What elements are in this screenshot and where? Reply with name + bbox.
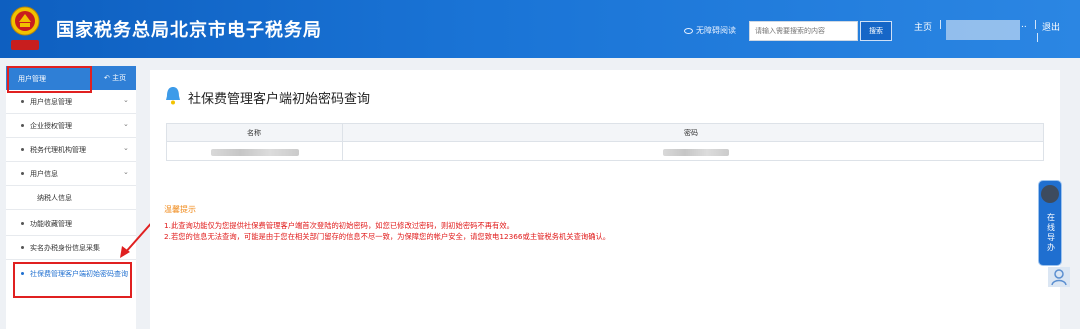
table-header: 名称 密码 — [167, 124, 1043, 142]
tip-line: 2.若您的信息无法查询，可能是由于您在相关部门留存的信息不尽一致，为保障您的帐户… — [164, 232, 611, 241]
sidebar-item-label: 企业授权管理 — [30, 122, 72, 130]
header-home-link[interactable]: 主页 — [914, 20, 932, 33]
user-name-suffix: .. — [1021, 20, 1027, 30]
header-separator: | — [939, 20, 943, 30]
bullet-icon — [21, 124, 24, 127]
sidebar-item-user-info-management[interactable]: 用户信息管理 ⌄ — [6, 90, 136, 114]
sidebar-item-label: 用户信息管理 — [30, 98, 72, 106]
password-table: 名称 密码 — [166, 123, 1044, 161]
eye-icon — [684, 27, 693, 34]
sidebar-item-label: 税务代理机构管理 — [30, 146, 86, 154]
logout-link[interactable]: 退出 — [1042, 20, 1060, 33]
bullet-icon — [21, 222, 24, 225]
sidebar-item-label: 纳税人信息 — [37, 194, 72, 202]
sidebar-item-taxpayer-info[interactable]: 纳税人信息 — [6, 186, 136, 210]
bullet-icon — [21, 246, 24, 249]
bullet-icon — [21, 172, 24, 175]
chevron-down-icon: ⌄ — [123, 144, 129, 152]
chevron-down-icon: ⌄ — [123, 168, 129, 176]
site-title: 国家税务总局北京市电子税务局 — [56, 20, 322, 41]
sidebar-item-enterprise-authorization[interactable]: 企业授权管理 ⌄ — [6, 114, 136, 138]
tips-title: 温馨提示 — [164, 205, 196, 214]
sidebar-item-label: 实名办税身份信息采集 — [30, 244, 100, 252]
bell-icon — [166, 87, 180, 105]
assistant-avatar-icon — [1041, 185, 1059, 203]
highlight-box-active-item — [13, 262, 132, 298]
main-panel: 社保费管理客户端初始密码查询 名称 密码 温馨提示 1.此查询功能仅为您提供社保… — [150, 70, 1060, 329]
search-input[interactable] — [749, 21, 858, 41]
tip-line: 1.此查询功能仅为您提供社保费管理客户端首次登陆的初始密码，如您已修改过密码，则… — [164, 221, 514, 230]
chevron-down-icon: ⌄ — [123, 120, 129, 128]
sidebar-item-label: 用户信息 — [30, 170, 58, 178]
redacted-password-cell — [663, 149, 729, 156]
sidebar-item-tax-agency-management[interactable]: 税务代理机构管理 ⌄ — [6, 138, 136, 162]
online-guide-label: 在线导办 — [1047, 213, 1055, 252]
column-header-password: 密码 — [684, 129, 698, 137]
tax-emblem-icon — [10, 6, 40, 50]
chevron-down-icon: ⌄ — [123, 96, 129, 104]
accessible-reading-label: 无障碍阅读 — [696, 26, 736, 35]
online-guide-widget[interactable]: 在线导办 — [1038, 180, 1062, 266]
column-header-name: 名称 — [247, 129, 261, 137]
sidebar-item-realname-identity[interactable]: 实名办税身份信息采集 — [6, 236, 136, 260]
search-button[interactable]: 搜索 — [860, 21, 892, 41]
header-separator: | — [1036, 33, 1040, 43]
bullet-icon — [21, 100, 24, 103]
redacted-name-cell — [211, 149, 299, 156]
top-header: 国家税务总局北京市电子税务局 无障碍阅读 搜索 主页 | .. | 退出 | — [0, 0, 1080, 58]
sidebar-item-favorites-management[interactable]: 功能收藏管理 — [6, 212, 136, 236]
highlight-box-user-management — [7, 66, 92, 93]
column-divider — [342, 124, 343, 160]
page-title: 社保费管理客户端初始密码查询 — [188, 92, 371, 107]
sidebar-item-label: 功能收藏管理 — [30, 220, 72, 228]
sidebar-item-user-info[interactable]: 用户信息 ⌄ — [6, 162, 136, 186]
user-service-icon[interactable] — [1048, 267, 1070, 287]
sidebar-home-link[interactable]: ↶ 主页 — [104, 73, 126, 83]
header-separator: | — [1034, 20, 1038, 30]
bullet-icon — [21, 148, 24, 151]
user-name-redacted — [946, 20, 1020, 40]
accessible-reading-link[interactable]: 无障碍阅读 — [684, 25, 736, 36]
sidebar-home-label: 主页 — [112, 74, 127, 82]
